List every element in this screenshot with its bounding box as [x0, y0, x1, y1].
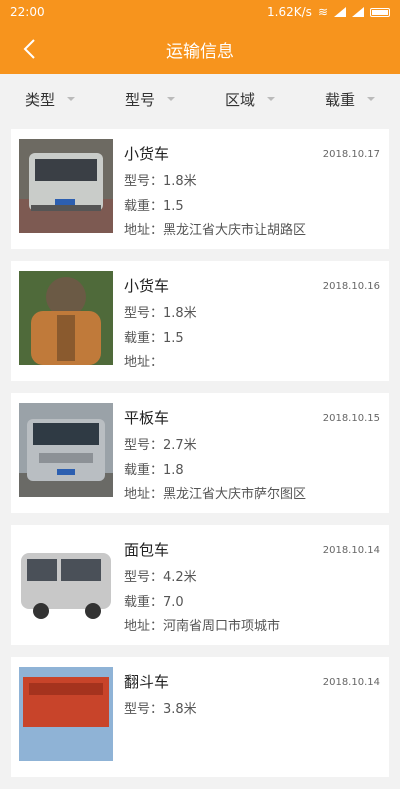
signal-icon-2	[352, 7, 364, 17]
vehicle-photo	[19, 403, 113, 497]
vehicle-model: 型号：4.2米	[124, 570, 197, 585]
post-date: 2018.10.17	[322, 149, 380, 160]
dropdown-caret-icon	[367, 97, 375, 101]
wifi-icon: ≋	[317, 5, 328, 19]
filter-region-label: 区域	[224, 90, 255, 109]
vehicle-name: 小货车	[124, 277, 170, 295]
vehicle-load: 载重：7.0	[124, 595, 184, 610]
vehicle-photo	[19, 667, 113, 761]
vehicle-name: 小货车	[124, 145, 170, 163]
vehicle-photo	[19, 535, 113, 629]
filter-type[interactable]: 类型	[0, 74, 100, 124]
vehicle-model: 型号：1.8米	[124, 174, 197, 189]
list-item[interactable]: 小货车 2018.10.17 型号：1.8米 载重：1.5 地址：黑龙江省大庆市…	[11, 129, 389, 249]
list-item[interactable]: 面包车 2018.10.14 型号：4.2米 载重：7.0 地址：河南省周口市项…	[11, 525, 389, 645]
vehicle-load: 载重：1.5	[124, 199, 184, 214]
dropdown-caret-icon	[267, 97, 275, 101]
filter-bar: 类型 型号 区域 载重	[0, 74, 400, 124]
back-arrow-icon	[23, 39, 35, 59]
list-item[interactable]: 小货车 2018.10.16 型号：1.8米 载重：1.5 地址：	[11, 261, 389, 381]
status-indicators: 1.62K/s ≋	[267, 5, 390, 19]
vehicle-photo	[19, 271, 113, 365]
vehicle-address: 地址：黑龙江省大庆市让胡路区	[124, 223, 307, 238]
vehicle-load: 载重：1.5	[124, 331, 184, 346]
filter-region[interactable]: 区域	[200, 74, 300, 124]
vehicle-address: 地址：河南省周口市项城市	[124, 619, 281, 634]
vehicle-address: 地址：黑龙江省大庆市萨尔图区	[124, 487, 307, 502]
vehicle-model: 型号：2.7米	[124, 438, 197, 453]
filter-type-label: 类型	[24, 90, 55, 109]
dropdown-caret-icon	[67, 97, 75, 101]
filter-model[interactable]: 型号	[100, 74, 200, 124]
vehicle-name: 面包车	[124, 541, 170, 559]
filter-model-label: 型号	[124, 90, 155, 109]
page-title: 运输信息	[166, 41, 234, 62]
transport-list: 小货车 2018.10.17 型号：1.8米 载重：1.5 地址：黑龙江省大庆市…	[11, 129, 389, 789]
vehicle-photo	[19, 139, 113, 233]
post-date: 2018.10.16	[322, 281, 380, 292]
post-date: 2018.10.15	[322, 413, 380, 424]
list-item[interactable]: 平板车 2018.10.15 型号：2.7米 载重：1.8 地址：黑龙江省大庆市…	[11, 393, 389, 513]
vehicle-model: 型号：1.8米	[124, 306, 197, 321]
vehicle-model: 型号：3.8米	[124, 702, 197, 717]
vehicle-name: 翻斗车	[124, 673, 170, 691]
filter-load[interactable]: 载重	[300, 74, 400, 124]
list-item[interactable]: 翻斗车 2018.10.14 型号：3.8米	[11, 657, 389, 777]
signal-icon	[334, 7, 346, 17]
post-date: 2018.10.14	[322, 545, 380, 556]
dropdown-caret-icon	[167, 97, 175, 101]
back-button[interactable]	[18, 37, 42, 61]
post-date: 2018.10.14	[322, 677, 380, 688]
network-speed: 1.62K/s	[267, 5, 312, 19]
status-time: 22:00	[10, 5, 45, 19]
nav-bar: 运输信息	[0, 24, 400, 74]
vehicle-address: 地址：	[124, 355, 164, 370]
vehicle-load: 载重：1.8	[124, 463, 184, 478]
battery-icon	[370, 7, 390, 17]
filter-load-label: 载重	[324, 90, 355, 109]
vehicle-name: 平板车	[124, 409, 170, 427]
status-bar: 22:00 1.62K/s ≋	[0, 0, 400, 24]
